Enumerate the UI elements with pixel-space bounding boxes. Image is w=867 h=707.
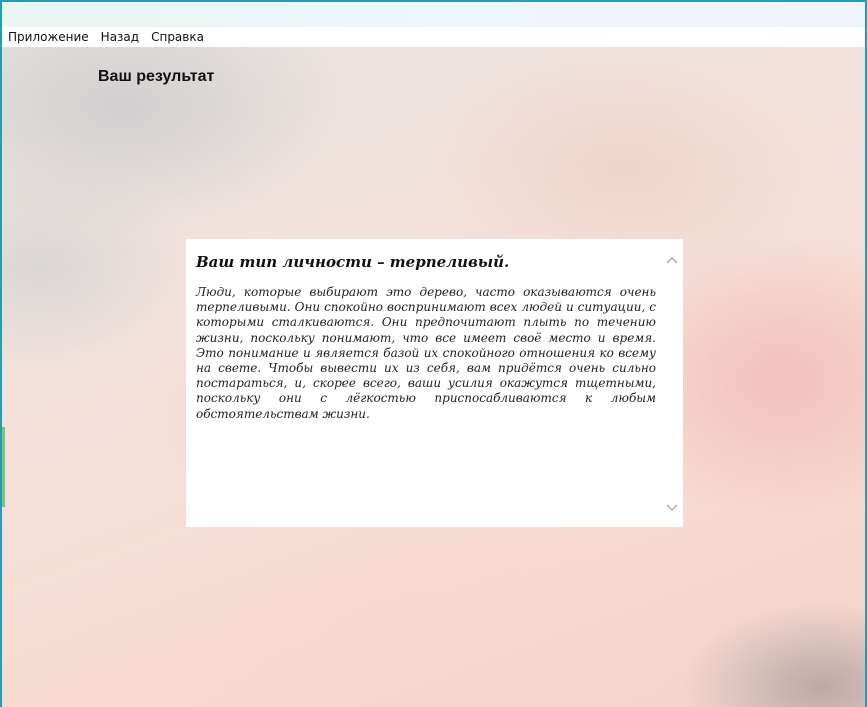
menu-bar: Приложение Назад Справка (2, 27, 865, 47)
menu-item-back[interactable]: Назад (95, 27, 145, 47)
menu-item-help[interactable]: Справка (145, 27, 210, 47)
result-heading: Ваш тип личности – терпеливый. (196, 253, 510, 271)
title-bar[interactable] (2, 2, 865, 27)
result-text-box[interactable]: Ваш тип личности – терпеливый. Люди, кот… (186, 239, 683, 527)
app-window: Приложение Назад Справка Ваш результат В… (2, 2, 865, 707)
decorative-edge (2, 427, 5, 507)
chevron-up-icon[interactable] (665, 253, 679, 267)
content-area: Ваш результат Ваш тип личности – терпели… (2, 47, 865, 707)
result-description: Люди, которые выбирают это дерево, часто… (196, 285, 656, 421)
page-title: Ваш результат (98, 68, 215, 85)
menu-item-app[interactable]: Приложение (2, 27, 95, 47)
chevron-down-icon[interactable] (665, 501, 679, 515)
